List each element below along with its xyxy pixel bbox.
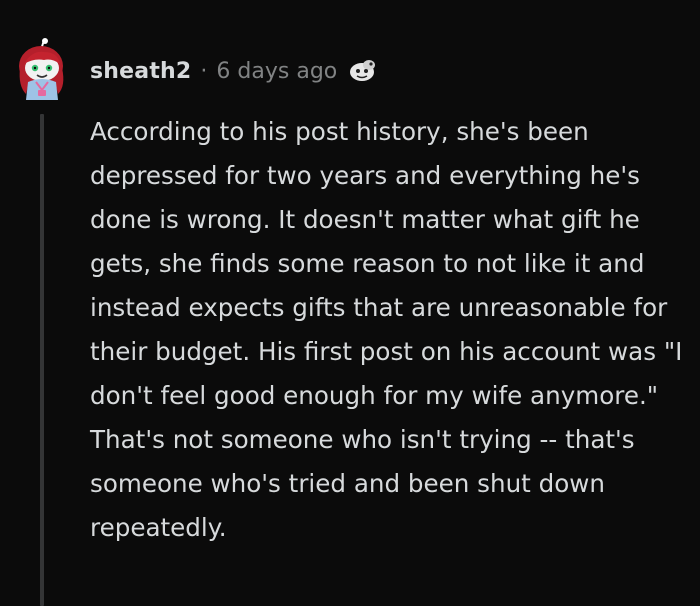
comment-body: According to his post history, she's bee… [90, 117, 683, 542]
thread-collapse-line[interactable] [40, 114, 44, 606]
username-link[interactable]: sheath2 [90, 59, 191, 84]
user-avatar[interactable] [14, 38, 70, 100]
comment: sheath2 · 6 days ago According to his po… [0, 0, 700, 606]
award-icon[interactable] [347, 57, 379, 85]
comment-timestamp[interactable]: 6 days ago [216, 59, 337, 84]
snoo-avatar-icon [19, 38, 64, 100]
meta-separator: · [200, 58, 208, 84]
comment-header: sheath2 · 6 days ago [90, 54, 379, 88]
